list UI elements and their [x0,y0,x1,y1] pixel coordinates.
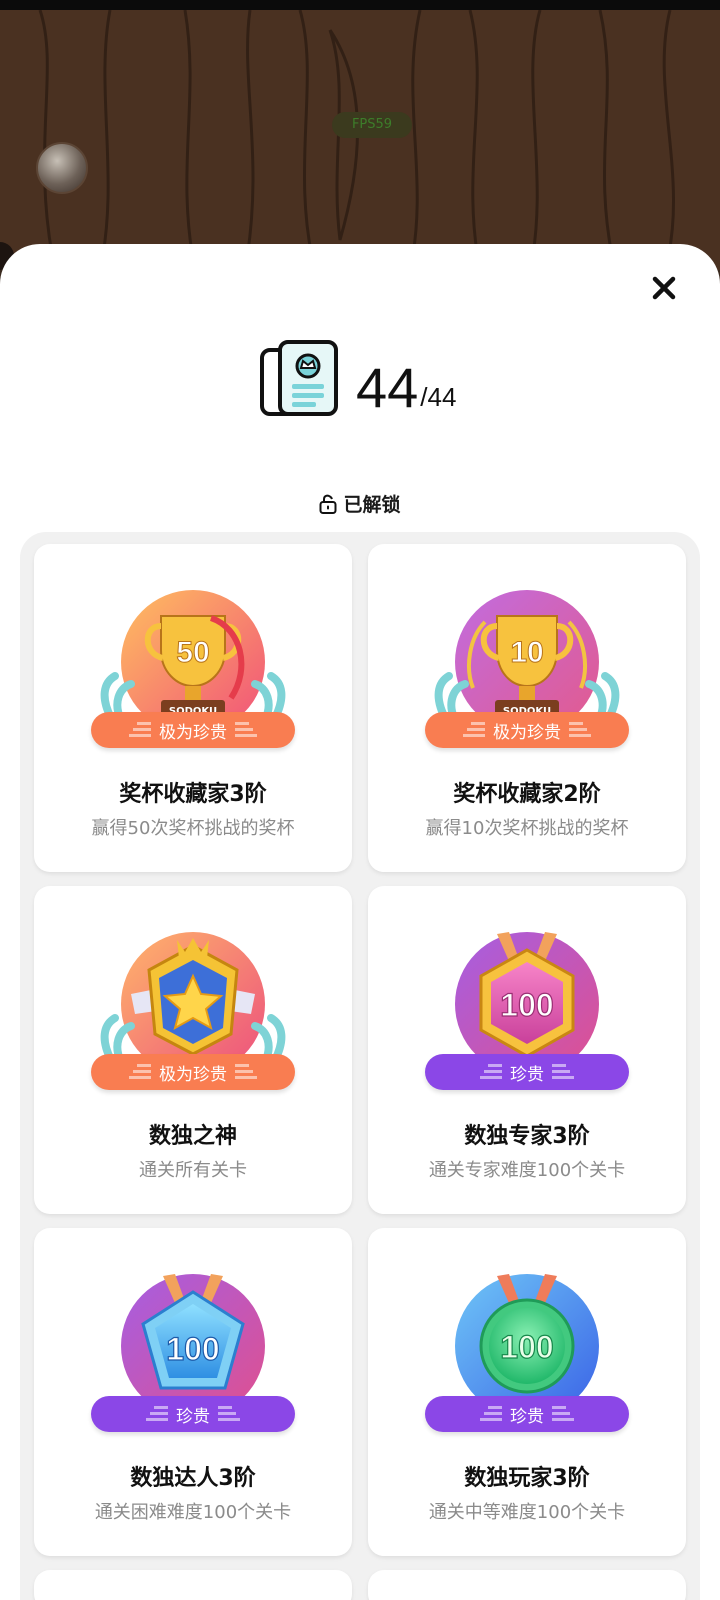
unlock-icon [319,494,337,514]
achievement-title: 数独玩家3阶 [464,1466,590,1491]
achievement-description: 通关专家难度100个关卡 [428,1160,626,1181]
rarity-label: 珍贵 [510,1064,544,1085]
achievement-title: 数独之神 [148,1124,237,1149]
card-collection-icon [260,340,338,416]
unlocked-section-header: 已解锁 [0,490,720,517]
unlocked-count: 44 [356,356,419,419]
achievement-card[interactable] [368,1570,686,1600]
achievement-description: 通关所有关卡 [139,1160,247,1181]
game-background: FPS59 [0,10,720,270]
achievement-card[interactable]: 10 SODOKU 极为珍贵 奖杯收藏家2阶 赢得10次奖杯挑战的奖杯 [368,544,686,872]
rarity-badge: 极为珍贵 [91,1054,295,1090]
achievement-card[interactable]: 50 SODOKU 极为珍贵 奖杯收藏家3阶 赢得50次奖杯挑战的奖杯 [34,544,352,872]
achievement-card[interactable]: 100 珍贵 数独专家3阶 通关专家难度100个关卡 [368,886,686,1214]
badge-number: 100 [500,1329,553,1365]
rarity-badge: 极为珍贵 [91,712,295,748]
rarity-label: 极为珍贵 [159,722,227,743]
achievement-title: 奖杯收藏家3阶 [119,782,267,807]
achievement-title: 数独专家3阶 [464,1124,590,1149]
rarity-label: 极为珍贵 [159,1064,227,1085]
rarity-badge: 珍贵 [91,1396,295,1432]
rarity-badge: 珍贵 [425,1396,629,1432]
close-button[interactable] [648,272,680,304]
total-count: /44 [420,382,457,412]
achievement-title: 奖杯收藏家2阶 [453,782,601,807]
rarity-label: 珍贵 [176,1406,210,1427]
achievement-card[interactable]: 100 珍贵 数独玩家3阶 通关中等难度100个关卡 [368,1228,686,1556]
close-icon [652,276,676,300]
badge-number: 10 [510,636,543,669]
badge-number: 100 [166,1331,219,1367]
achievement-summary: 44 /44 [258,340,456,420]
rarity-badge: 珍贵 [425,1054,629,1090]
section-label: 已解锁 [343,494,401,516]
achievement-card[interactable] [34,1570,352,1600]
achievement-description: 赢得50次奖杯挑战的奖杯 [91,818,295,839]
rarity-badge: 极为珍贵 [425,712,629,748]
status-bar [0,0,720,10]
rarity-label: 珍贵 [510,1406,544,1427]
achievement-card[interactable]: 极为珍贵 数独之神 通关所有关卡 [34,886,352,1214]
badge-number: 50 [176,636,209,669]
achievements-sheet: 44 /44 已解锁 50 极为珍贵 奖杯收藏家3阶 赢得50次奖杯挑战的奖杯 … [0,244,720,1600]
achievement-description: 通关中等难度100个关卡 [428,1502,626,1523]
achievement-list[interactable]: 50 SODOKU 极为珍贵 奖杯收藏家3阶 赢得50次奖杯挑战的奖杯 [20,532,700,1600]
fps-indicator: FPS59 [332,112,412,138]
badge-number: 100 [500,987,553,1023]
player-avatar [36,142,88,194]
rarity-label: 极为珍贵 [493,722,561,743]
achievement-description: 通关困难难度100个关卡 [94,1502,292,1523]
achievement-title: 数独达人3阶 [130,1466,256,1491]
achievement-description: 赢得10次奖杯挑战的奖杯 [425,818,629,839]
achievement-card[interactable]: 100 珍贵 数独达人3阶 通关困难难度100个关卡 [34,1228,352,1556]
